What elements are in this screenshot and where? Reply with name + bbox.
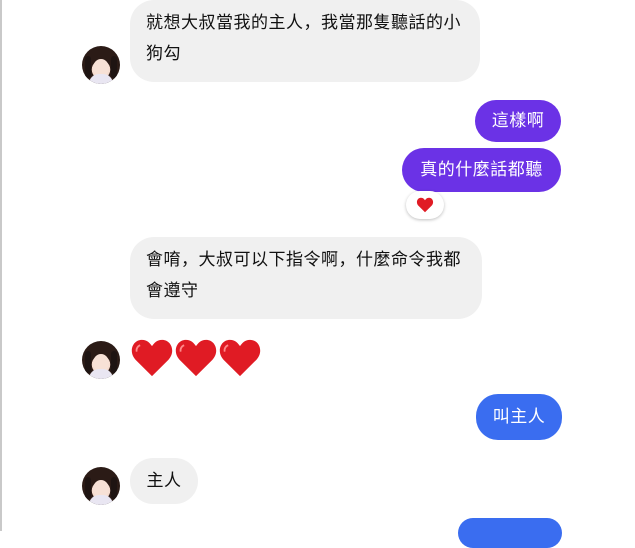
message-reaction[interactable] (406, 191, 444, 219)
heart-icon (416, 197, 434, 213)
left-edge-divider (0, 0, 2, 531)
heart-icon (131, 339, 173, 377)
message-text: 就想大叔當我的主人，我當那隻聽話的小狗勾 (146, 13, 461, 64)
contact-avatar[interactable] (82, 46, 120, 84)
outgoing-message-bubble[interactable]: 叫主人 (476, 394, 562, 440)
message-text: 這樣啊 (491, 110, 545, 131)
contact-avatar[interactable] (82, 467, 120, 505)
emoji-message[interactable] (130, 335, 264, 381)
message-text: 真的什麼話都聽 (420, 159, 543, 180)
message-text: 會唷，大叔可以下指令啊，什麼命令我都會遵守 (146, 250, 461, 301)
heart-icon (175, 339, 217, 377)
heart-icon (219, 339, 261, 377)
outgoing-message-bubble[interactable] (458, 518, 562, 548)
message-text: 叫主人 (492, 406, 546, 427)
incoming-message-bubble[interactable]: 就想大叔當我的主人，我當那隻聽話的小狗勾 (130, 0, 480, 82)
message-text: 主人 (146, 470, 182, 491)
incoming-message-bubble[interactable]: 會唷，大叔可以下指令啊，什麼命令我都會遵守 (130, 237, 482, 319)
outgoing-message-bubble[interactable]: 真的什麼話都聽 (402, 148, 561, 192)
contact-avatar[interactable] (82, 341, 120, 379)
incoming-message-bubble[interactable]: 主人 (130, 458, 198, 504)
outgoing-message-bubble[interactable]: 這樣啊 (475, 100, 561, 142)
